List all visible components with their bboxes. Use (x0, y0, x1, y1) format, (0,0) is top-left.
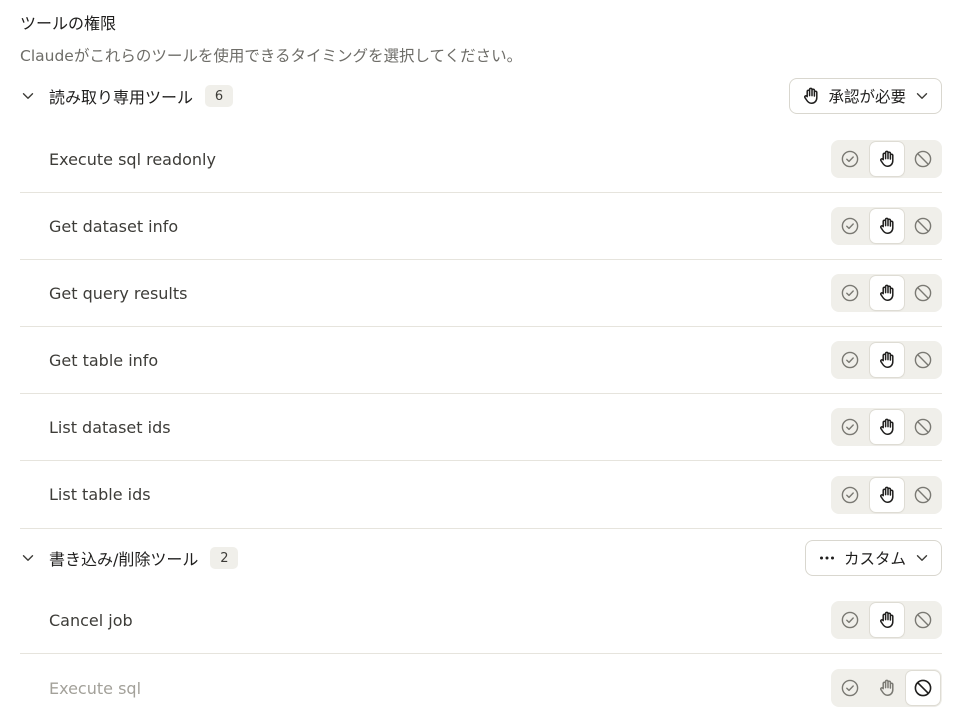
allow-button[interactable] (833, 603, 867, 637)
group-header-read-only[interactable]: 読み取り専用ツール 6 承認が必要 (20, 77, 942, 115)
tool-row: Cancel job (20, 587, 942, 654)
block-icon (914, 418, 932, 436)
tool-name: Execute sql (49, 678, 142, 698)
needs-approval-button[interactable] (869, 209, 904, 243)
hand-icon (879, 150, 894, 167)
permission-segmented-control (831, 140, 942, 178)
hand-icon (879, 217, 894, 234)
tool-name: Get table info (49, 350, 159, 370)
allow-button[interactable] (833, 142, 867, 176)
block-button[interactable] (906, 671, 940, 705)
hand-icon (879, 351, 894, 368)
tool-row: List table ids (20, 461, 942, 529)
block-button[interactable] (906, 343, 940, 377)
allow-button[interactable] (833, 276, 867, 310)
needs-approval-button[interactable] (869, 343, 904, 377)
check-circle-icon (841, 351, 859, 369)
hand-icon (879, 679, 894, 696)
group-name: 読み取り専用ツール (49, 88, 194, 107)
chevron-down-icon[interactable] (20, 550, 36, 566)
chevron-down-icon (915, 89, 929, 103)
permission-segmented-control (831, 601, 942, 639)
block-button[interactable] (906, 410, 940, 444)
chevron-down-icon[interactable] (20, 88, 36, 104)
tool-name: Get dataset info (49, 216, 179, 236)
allow-button[interactable] (833, 671, 867, 705)
chevron-down-icon (915, 551, 929, 565)
block-icon (914, 150, 932, 168)
check-circle-icon (841, 150, 859, 168)
allow-button[interactable] (833, 410, 867, 444)
more-dots-icon (817, 548, 837, 568)
tool-row: Get table info (20, 327, 942, 394)
hand-icon (879, 284, 894, 301)
needs-approval-button[interactable] (869, 276, 904, 310)
needs-approval-button[interactable] (869, 410, 904, 444)
tool-row: Get query results (20, 260, 942, 327)
hand-icon (801, 86, 821, 106)
permission-segmented-control (831, 207, 942, 245)
tool-row: List dataset ids (20, 394, 942, 461)
block-button[interactable] (906, 276, 940, 310)
group-permission-label: 承認が必要 (828, 88, 906, 106)
group-permission-label: カスタム (843, 550, 906, 568)
needs-approval-button[interactable] (870, 671, 904, 705)
tool-name: Execute sql readonly (49, 149, 216, 169)
check-circle-icon (841, 217, 859, 235)
tool-count-badge: 2 (210, 547, 239, 569)
check-circle-icon (841, 679, 859, 697)
block-icon (914, 486, 932, 503)
permission-segmented-control (831, 341, 942, 379)
group-header-write-delete[interactable]: 書き込み/削除ツール 2 カスタム (20, 539, 942, 577)
tool-name: Cancel job (49, 610, 133, 630)
permission-segmented-control (831, 408, 942, 446)
tool-permissions-panel: ツールの権限 Claudeがこれらのツールを使用できるタイミングを選択してくださ… (0, 0, 964, 727)
check-circle-icon (841, 611, 859, 629)
block-button[interactable] (906, 209, 940, 243)
allow-button[interactable] (833, 343, 867, 377)
tool-name: List table ids (49, 485, 151, 504)
block-button[interactable] (906, 478, 940, 512)
block-icon (914, 679, 932, 697)
permission-segmented-control (831, 475, 942, 514)
tool-name: Get query results (49, 283, 188, 303)
hand-icon (879, 486, 894, 503)
tool-row: Execute sql readonly (20, 126, 942, 193)
block-icon (914, 284, 932, 302)
section-title: ツールの権限 (20, 14, 117, 33)
allow-button[interactable] (833, 209, 867, 243)
block-icon (914, 217, 932, 235)
check-circle-icon (841, 284, 859, 302)
block-button[interactable] (906, 142, 940, 176)
allow-button[interactable] (833, 478, 867, 512)
tool-name: List dataset ids (49, 417, 171, 437)
needs-approval-button[interactable] (869, 142, 904, 176)
group-name: 書き込み/削除ツール (49, 550, 199, 569)
block-icon (914, 611, 932, 629)
section-description: Claudeがこれらのツールを使用できるタイミングを選択してください。 (20, 47, 523, 65)
hand-icon (879, 611, 894, 628)
needs-approval-button[interactable] (869, 477, 904, 512)
block-button[interactable] (906, 603, 940, 637)
tool-row: Get dataset info (20, 193, 942, 260)
block-icon (914, 351, 932, 369)
group-permission-dropdown[interactable]: 承認が必要 (789, 78, 942, 114)
check-circle-icon (841, 486, 859, 503)
check-circle-icon (841, 418, 859, 436)
hand-icon (879, 418, 894, 435)
group-permission-dropdown[interactable]: カスタム (804, 540, 942, 576)
needs-approval-button[interactable] (869, 603, 904, 637)
permission-segmented-control (831, 669, 942, 707)
tool-count-badge: 6 (205, 85, 234, 107)
tool-row: Execute sql (20, 654, 942, 722)
permission-segmented-control (831, 274, 942, 312)
